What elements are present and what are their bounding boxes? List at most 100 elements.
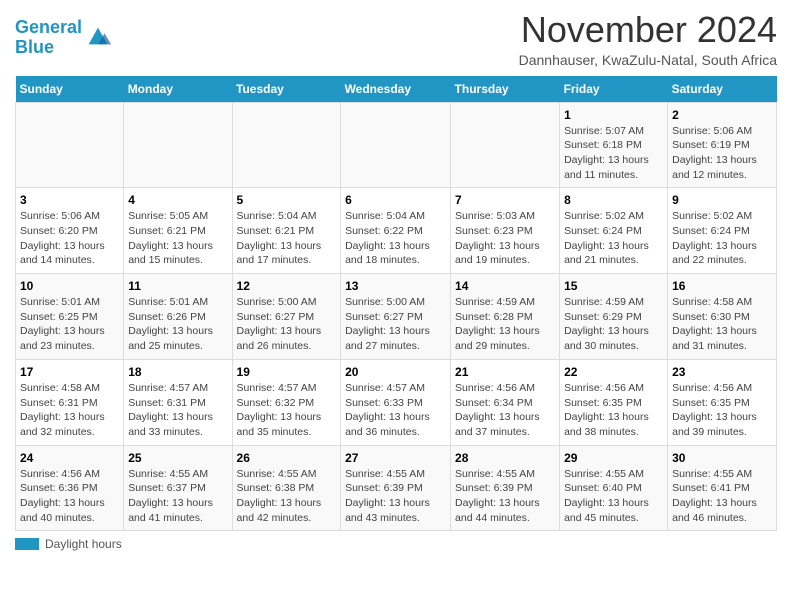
calendar-cell: 8Sunrise: 5:02 AM Sunset: 6:24 PM Daylig… xyxy=(560,188,668,274)
logo-line1: General xyxy=(15,17,82,37)
day-number: 13 xyxy=(345,279,446,293)
day-number: 23 xyxy=(672,365,772,379)
day-info: Sunrise: 5:02 AM Sunset: 6:24 PM Dayligh… xyxy=(672,209,772,268)
day-number: 18 xyxy=(128,365,227,379)
calendar-cell: 10 Sunrise: 5:01 AM Sunset: 6:25 PM Dayli… xyxy=(16,274,124,360)
day-number: 17 xyxy=(20,365,119,379)
calendar-cell: 29 Sunrise: 4:55 AM Sunset: 6:40 PM Dayli… xyxy=(560,445,668,531)
day-info: Sunrise: 4:57 AM Sunset: 6:31 PM Dayligh… xyxy=(128,381,227,440)
day-info: Sunrise: 4:55 AM Sunset: 6:38 PM Dayligh… xyxy=(237,467,337,526)
day-number: 11 xyxy=(128,279,227,293)
day-info: Sunrise: 4:56 AM Sunset: 6:34 PM Dayligh… xyxy=(455,381,555,440)
calendar-table: SundayMondayTuesdayWednesdayThursdayFrid… xyxy=(15,76,777,532)
day-number: 10 xyxy=(20,279,119,293)
logo-line2: Blue xyxy=(15,37,54,57)
day-info: Sunrise: 5:01 AM Sunset: 6:25 PM Dayligh… xyxy=(20,295,119,354)
calendar-cell: 24Sunrise: 4:56 AM Sunset: 6:36 PM Dayli… xyxy=(16,445,124,531)
calendar-col-header: Tuesday xyxy=(232,76,341,103)
subtitle: Dannhauser, KwaZulu-Natal, South Africa xyxy=(519,52,777,68)
day-info: Sunrise: 5:04 AM Sunset: 6:22 PM Dayligh… xyxy=(345,209,446,268)
calendar-cell: 21 Sunrise: 4:56 AM Sunset: 6:34 PM Dayli… xyxy=(451,359,560,445)
day-info: Sunrise: 4:56 AM Sunset: 6:35 PM Dayligh… xyxy=(564,381,663,440)
calendar-cell: 3 Sunrise: 5:06 AM Sunset: 6:20 PM Daylig… xyxy=(16,188,124,274)
day-number: 19 xyxy=(237,365,337,379)
calendar-cell: 27 Sunrise: 4:55 AM Sunset: 6:39 PM Dayli… xyxy=(341,445,451,531)
calendar-cell: 13 Sunrise: 5:00 AM Sunset: 6:27 PM Dayli… xyxy=(341,274,451,360)
logo-text: General Blue xyxy=(15,18,82,58)
day-number: 9 xyxy=(672,193,772,207)
calendar-week-row: 24Sunrise: 4:56 AM Sunset: 6:36 PM Dayli… xyxy=(16,445,777,531)
calendar-week-row: 10 Sunrise: 5:01 AM Sunset: 6:25 PM Dayli… xyxy=(16,274,777,360)
day-info: Sunrise: 4:59 AM Sunset: 6:29 PM Dayligh… xyxy=(564,295,663,354)
day-number: 14 xyxy=(455,279,555,293)
day-info: Sunrise: 4:55 AM Sunset: 6:39 PM Dayligh… xyxy=(455,467,555,526)
day-info: Sunrise: 5:01 AM Sunset: 6:26 PM Dayligh… xyxy=(128,295,227,354)
calendar-cell: 26 Sunrise: 4:55 AM Sunset: 6:38 PM Dayli… xyxy=(232,445,341,531)
logo: General Blue xyxy=(15,18,112,58)
calendar-cell xyxy=(451,102,560,188)
day-info: Sunrise: 5:00 AM Sunset: 6:27 PM Dayligh… xyxy=(345,295,446,354)
day-number: 26 xyxy=(237,451,337,465)
calendar-cell: 11 Sunrise: 5:01 AM Sunset: 6:26 PM Dayli… xyxy=(124,274,232,360)
calendar-cell: 19 Sunrise: 4:57 AM Sunset: 6:32 PM Dayli… xyxy=(232,359,341,445)
legend-swatch xyxy=(15,538,39,550)
calendar-cell xyxy=(16,102,124,188)
calendar-cell: 5 Sunrise: 5:04 AM Sunset: 6:21 PM Daylig… xyxy=(232,188,341,274)
day-info: Sunrise: 4:55 AM Sunset: 6:39 PM Dayligh… xyxy=(345,467,446,526)
calendar-cell: 17 Sunrise: 4:58 AM Sunset: 6:31 PM Dayli… xyxy=(16,359,124,445)
calendar-col-header: Thursday xyxy=(451,76,560,103)
day-number: 6 xyxy=(345,193,446,207)
day-info: Sunrise: 4:55 AM Sunset: 6:40 PM Dayligh… xyxy=(564,467,663,526)
day-info: Sunrise: 5:06 AM Sunset: 6:20 PM Dayligh… xyxy=(20,209,119,268)
footer: Daylight hours xyxy=(15,537,777,551)
calendar-week-row: 1 Sunrise: 5:07 AM Sunset: 6:18 PM Daylig… xyxy=(16,102,777,188)
day-number: 8 xyxy=(564,193,663,207)
day-number: 4 xyxy=(128,193,227,207)
calendar-cell: 12 Sunrise: 5:00 AM Sunset: 6:27 PM Dayli… xyxy=(232,274,341,360)
day-number: 15 xyxy=(564,279,663,293)
day-info: Sunrise: 5:07 AM Sunset: 6:18 PM Dayligh… xyxy=(564,124,663,183)
calendar-cell: 30Sunrise: 4:55 AM Sunset: 6:41 PM Dayli… xyxy=(668,445,777,531)
day-info: Sunrise: 5:04 AM Sunset: 6:21 PM Dayligh… xyxy=(237,209,337,268)
main-title: November 2024 xyxy=(519,10,777,50)
calendar-cell xyxy=(124,102,232,188)
calendar-cell: 15 Sunrise: 4:59 AM Sunset: 6:29 PM Dayli… xyxy=(560,274,668,360)
day-info: Sunrise: 4:58 AM Sunset: 6:31 PM Dayligh… xyxy=(20,381,119,440)
page-header: General Blue November 2024 Dannhauser, K… xyxy=(15,10,777,68)
calendar-cell: 2Sunrise: 5:06 AM Sunset: 6:19 PM Daylig… xyxy=(668,102,777,188)
day-number: 16 xyxy=(672,279,772,293)
calendar-cell: 9 Sunrise: 5:02 AM Sunset: 6:24 PM Daylig… xyxy=(668,188,777,274)
calendar-cell: 7 Sunrise: 5:03 AM Sunset: 6:23 PM Daylig… xyxy=(451,188,560,274)
calendar-cell xyxy=(232,102,341,188)
day-info: Sunrise: 5:00 AM Sunset: 6:27 PM Dayligh… xyxy=(237,295,337,354)
day-number: 29 xyxy=(564,451,663,465)
calendar-week-row: 17 Sunrise: 4:58 AM Sunset: 6:31 PM Dayli… xyxy=(16,359,777,445)
calendar-col-header: Wednesday xyxy=(341,76,451,103)
day-number: 3 xyxy=(20,193,119,207)
day-number: 27 xyxy=(345,451,446,465)
calendar-cell: 4 Sunrise: 5:05 AM Sunset: 6:21 PM Daylig… xyxy=(124,188,232,274)
calendar-week-row: 3 Sunrise: 5:06 AM Sunset: 6:20 PM Daylig… xyxy=(16,188,777,274)
calendar-cell: 22Sunrise: 4:56 AM Sunset: 6:35 PM Dayli… xyxy=(560,359,668,445)
day-info: Sunrise: 4:55 AM Sunset: 6:37 PM Dayligh… xyxy=(128,467,227,526)
day-number: 12 xyxy=(237,279,337,293)
day-info: Sunrise: 5:05 AM Sunset: 6:21 PM Dayligh… xyxy=(128,209,227,268)
day-info: Sunrise: 4:55 AM Sunset: 6:41 PM Dayligh… xyxy=(672,467,772,526)
day-info: Sunrise: 4:59 AM Sunset: 6:28 PM Dayligh… xyxy=(455,295,555,354)
day-info: Sunrise: 4:58 AM Sunset: 6:30 PM Dayligh… xyxy=(672,295,772,354)
calendar-col-header: Sunday xyxy=(16,76,124,103)
calendar-cell: 18 Sunrise: 4:57 AM Sunset: 6:31 PM Dayli… xyxy=(124,359,232,445)
day-number: 1 xyxy=(564,108,663,122)
day-number: 28 xyxy=(455,451,555,465)
day-number: 7 xyxy=(455,193,555,207)
calendar-cell: 16 Sunrise: 4:58 AM Sunset: 6:30 PM Dayli… xyxy=(668,274,777,360)
day-info: Sunrise: 5:03 AM Sunset: 6:23 PM Dayligh… xyxy=(455,209,555,268)
calendar-col-header: Friday xyxy=(560,76,668,103)
day-number: 21 xyxy=(455,365,555,379)
day-info: Sunrise: 4:56 AM Sunset: 6:36 PM Dayligh… xyxy=(20,467,119,526)
day-number: 5 xyxy=(237,193,337,207)
calendar-cell: 25 Sunrise: 4:55 AM Sunset: 6:37 PM Dayli… xyxy=(124,445,232,531)
day-number: 25 xyxy=(128,451,227,465)
calendar-cell xyxy=(341,102,451,188)
day-info: Sunrise: 4:57 AM Sunset: 6:32 PM Dayligh… xyxy=(237,381,337,440)
